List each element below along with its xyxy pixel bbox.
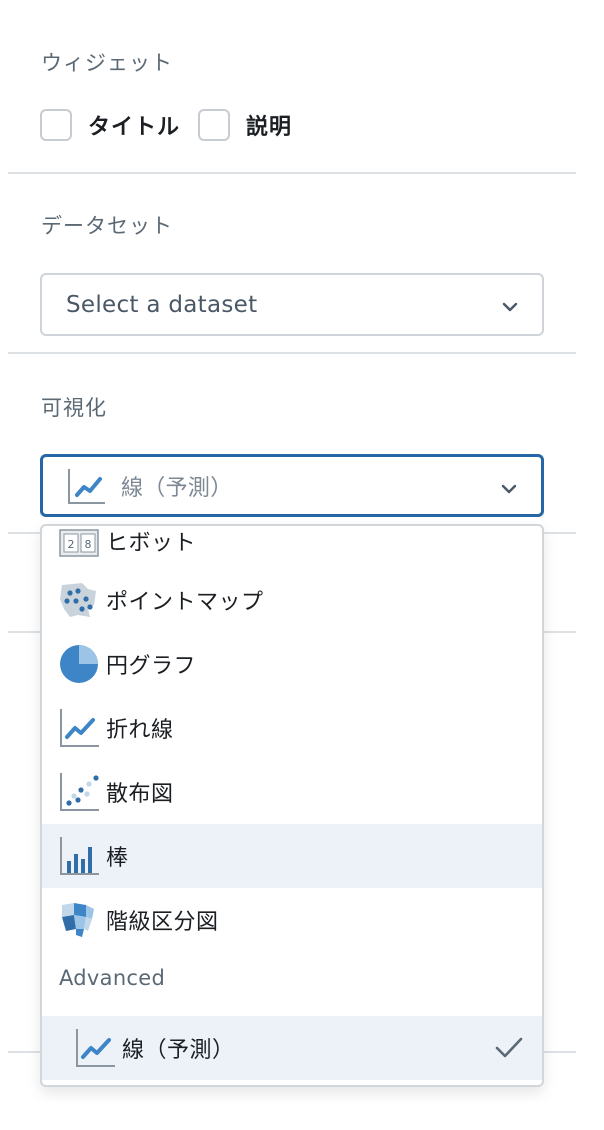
svg-text:8: 8 (85, 538, 92, 551)
divider (543, 1051, 576, 1053)
svg-text:2: 2 (68, 538, 75, 551)
pivot-table-icon: 2 8 (59, 529, 99, 557)
widget-section-label: ウィジェット (41, 51, 173, 75)
title-checkbox[interactable] (40, 109, 72, 141)
divider (8, 631, 40, 633)
scatter-plot-icon (60, 773, 99, 811)
visualization-section-label: 可視化 (41, 396, 107, 420)
divider (543, 532, 576, 534)
bar-chart-icon (60, 837, 99, 875)
menu-item-point-map[interactable]: ポイントマップ (42, 568, 542, 632)
description-checkbox[interactable] (198, 109, 231, 141)
dataset-select-placeholder: Select a dataset (66, 291, 258, 318)
divider (543, 631, 576, 633)
widget-options: タイトル 説明 (40, 108, 310, 142)
divider (8, 532, 40, 534)
menu-item-label: 円グラフ (106, 654, 197, 679)
menu-item-label: 散布図 (106, 782, 174, 807)
forecast-line-icon (76, 1029, 115, 1067)
dataset-section-label: データセット (41, 214, 173, 238)
description-checkbox-label[interactable]: 説明 (246, 109, 292, 141)
title-checkbox-label[interactable]: タイトル (88, 109, 180, 141)
menu-item-scatter-plot[interactable]: 散布図 (42, 760, 542, 824)
checkmark-icon (495, 1037, 523, 1058)
menu-item-choropleth[interactable]: 階級区分図 (42, 888, 542, 952)
menu-item-pie-chart[interactable]: 円グラフ (42, 632, 542, 696)
divider (8, 172, 576, 174)
menu-item-label: 折れ線 (106, 718, 174, 743)
chevron-down-icon (501, 484, 517, 494)
menu-item-label: 階級区分図 (106, 910, 219, 935)
point-map-icon (60, 583, 96, 617)
visualization-selected-value: 線（予測） (121, 475, 233, 501)
visualization-dropdown-menu: 2 8 ヒボット ポイントマップ 円グラフ 折れ線 散布図 棒 階級区分図 Ad… (40, 524, 544, 1087)
visualization-select[interactable]: 線（予測） (40, 454, 544, 517)
menu-item-label: 線（予測） (122, 1038, 235, 1063)
menu-item-label: ヒボット (106, 531, 197, 556)
forecast-line-icon (68, 468, 105, 504)
menu-item-label: 棒 (106, 846, 129, 871)
choropleth-map-icon (62, 903, 94, 937)
chevron-down-icon (502, 302, 518, 312)
divider (8, 352, 576, 354)
menu-item-bar-chart[interactable]: 棒 (42, 824, 542, 888)
dataset-select[interactable]: Select a dataset (40, 273, 544, 336)
menu-item-forecast-line[interactable]: 線（予測） (42, 1016, 542, 1080)
menu-item-line-chart[interactable]: 折れ線 (42, 696, 542, 760)
menu-item-label: ポイントマップ (106, 590, 264, 615)
pie-chart-icon (60, 645, 98, 683)
divider (8, 1051, 40, 1053)
advanced-group-header: Advanced (59, 966, 166, 990)
line-chart-icon (60, 709, 99, 747)
menu-item-pivot[interactable]: 2 8 ヒボット (42, 526, 542, 573)
